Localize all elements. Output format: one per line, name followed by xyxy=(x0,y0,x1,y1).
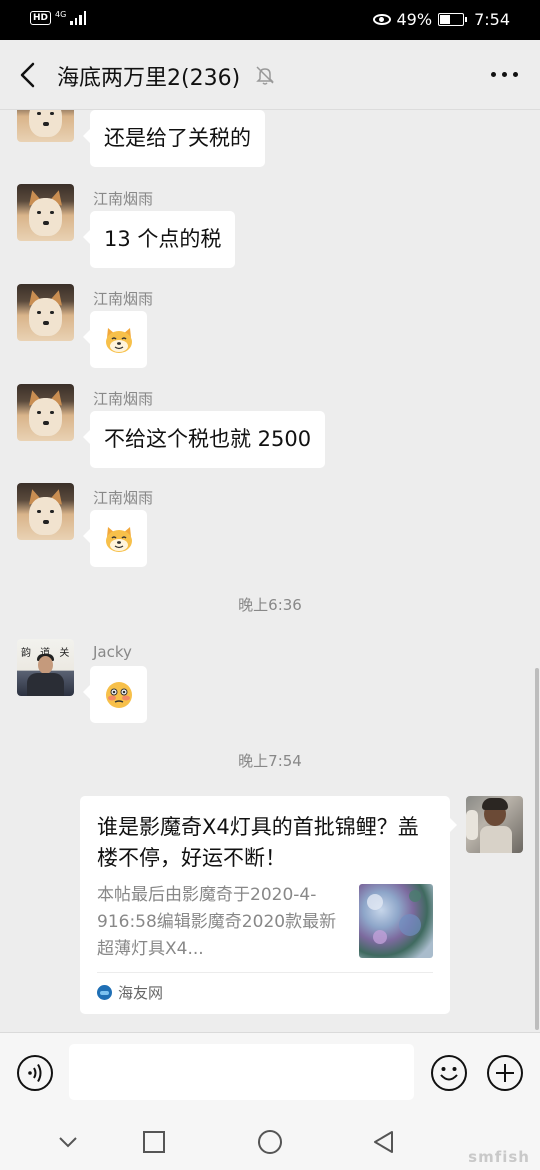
shared-link-card[interactable]: 谁是影魔奇X4灯具的首批锦鲤？盖楼不停，好运不断！ 本帖最后由影魔奇于2020-… xyxy=(80,796,457,1014)
signal-icon xyxy=(70,11,87,25)
input-bar xyxy=(0,1032,540,1112)
sender-name: 江南烟雨 xyxy=(93,489,154,507)
scrollbar[interactable] xyxy=(535,668,539,1030)
battery-fill xyxy=(440,15,451,24)
my-avatar[interactable] xyxy=(466,796,523,853)
dog-emoji-icon xyxy=(105,327,132,353)
timestamp: 晚上7:54 xyxy=(238,752,302,770)
card-title: 谁是影魔奇X4灯具的首批锦鲤？盖楼不停，好运不断！ xyxy=(97,815,419,870)
avatar[interactable]: 韵 道 关 xyxy=(17,639,74,696)
triangle-back-icon[interactable] xyxy=(370,1128,398,1156)
message-bubble[interactable]: 13 个点的税 xyxy=(82,211,236,268)
timestamp: 晚上6:36 xyxy=(238,596,302,614)
message-bubble[interactable] xyxy=(83,311,147,368)
chat-title: 海底两万里2(236) xyxy=(57,66,241,91)
signal-area: HD 4G xyxy=(30,10,87,25)
chevron-down-icon[interactable] xyxy=(54,1128,82,1156)
avatar[interactable] xyxy=(17,110,74,142)
battery-icon xyxy=(438,13,468,26)
source-name: 海友网 xyxy=(118,984,164,1002)
sender-name: 江南烟雨 xyxy=(93,290,154,308)
message-input[interactable] xyxy=(69,1044,414,1100)
clock: 7:54 xyxy=(474,10,510,29)
avatar[interactable] xyxy=(17,483,74,540)
avatar[interactable] xyxy=(17,384,74,441)
message-bubble[interactable] xyxy=(83,666,147,723)
back-arrow-icon[interactable] xyxy=(14,60,44,90)
dog-emoji-icon xyxy=(105,526,132,552)
source-logo-icon xyxy=(97,985,112,1000)
card-source: 海友网 xyxy=(97,982,163,1003)
status-bar: HD 4G 49% 7:54 xyxy=(0,0,540,40)
circle-icon[interactable] xyxy=(256,1128,284,1156)
avatar[interactable] xyxy=(17,184,74,241)
message-bubble[interactable]: 不给这个税也就 2500 xyxy=(82,411,326,468)
flushed-emoji-icon xyxy=(105,681,132,708)
sender-name: 江南烟雨 xyxy=(93,390,154,408)
card-thumbnail xyxy=(359,884,433,958)
chat-header: 海底两万里2(236) xyxy=(0,40,540,110)
bell-off-icon xyxy=(256,66,274,85)
avatar[interactable] xyxy=(17,284,74,341)
hd-badge: HD xyxy=(30,11,52,25)
status-right: 49% 7:54 xyxy=(372,10,510,29)
watermark: smfish xyxy=(468,1148,530,1166)
plus-icon[interactable] xyxy=(486,1054,524,1092)
message-bubble[interactable]: 还是给了关税的 xyxy=(83,110,265,167)
chat-area[interactable]: 还是给了关税的 江南烟雨 13 个点的税 江南烟雨 江南烟雨 不给这个税也就 2… xyxy=(0,110,540,1032)
voice-icon[interactable] xyxy=(16,1054,54,1092)
more-dots-icon[interactable] xyxy=(491,72,518,77)
network-type: 4G xyxy=(55,10,67,19)
message-bubble[interactable] xyxy=(83,510,147,567)
card-description: 本帖最后由影魔奇于2020-4-916:58编辑影魔奇2020款最新超薄灯具X4… xyxy=(97,885,337,959)
eye-comfort-icon xyxy=(372,14,391,25)
system-nav-bar: smfish xyxy=(0,1112,540,1170)
smiley-icon[interactable] xyxy=(430,1054,468,1092)
battery-percent: 49% xyxy=(396,10,433,29)
sender-name: 江南烟雨 xyxy=(93,190,154,208)
card-divider xyxy=(97,972,433,973)
sender-name: Jacky xyxy=(93,643,132,661)
square-icon[interactable] xyxy=(140,1128,168,1156)
